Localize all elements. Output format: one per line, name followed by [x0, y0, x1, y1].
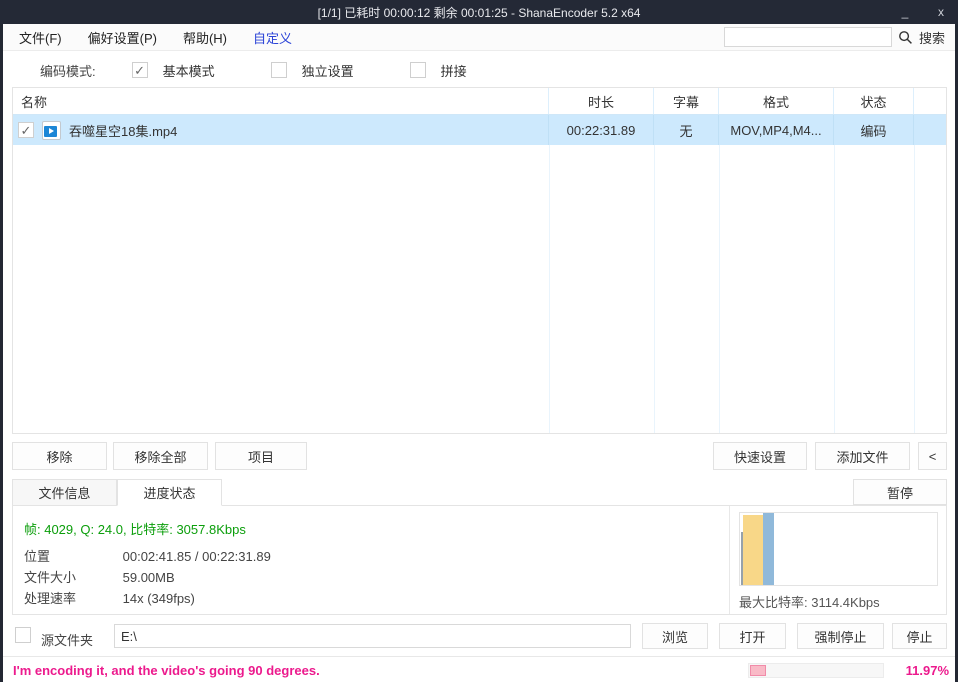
encoding-mode-bar: 编码模式: 基本模式 独立设置 拼接	[3, 52, 955, 88]
window-content: 文件(F) 偏好设置(P) 帮助(H) 自定义 搜索 编码模式: 基本模式 独立…	[3, 24, 955, 658]
status-message: I'm encoding it, and the video's going 9…	[13, 663, 320, 678]
menu-file[interactable]: 文件(F)	[19, 28, 62, 47]
shanaencoder-window: [1/1] 已耗时 00:00:12 剩余 00:01:25 - ShanaEn…	[0, 0, 958, 662]
basic-mode-checkbox[interactable]	[132, 62, 148, 78]
table-header: 名称 时长 字幕 格式 状态	[13, 88, 946, 115]
stop-button[interactable]: 停止	[892, 623, 947, 649]
row-format: MOV,MP4,M4...	[719, 115, 834, 145]
remove-button[interactable]: 移除	[12, 442, 107, 470]
output-row: 源文件夹 浏览 打开 强制停止 停止	[12, 623, 947, 649]
mode-option-independent[interactable]: 独立设置	[271, 61, 354, 80]
search-button[interactable]: 搜索	[919, 28, 945, 47]
bitrate-bars	[741, 513, 937, 585]
menu-custom[interactable]: 自定义	[253, 28, 292, 47]
statusbar: I'm encoding it, and the video's going 9…	[3, 656, 955, 682]
concat-checkbox[interactable]	[410, 62, 426, 78]
progress-percent-label: 11.97%	[906, 663, 949, 678]
speed-value: 14x (349fps)	[123, 591, 195, 606]
bitrate-chart	[739, 512, 938, 586]
row-checkbox[interactable]	[18, 122, 34, 138]
concat-label: 拼接	[441, 61, 467, 80]
output-path-input[interactable]	[114, 624, 631, 648]
project-button[interactable]: 项目	[215, 442, 307, 470]
add-files-button[interactable]: 添加文件	[815, 442, 910, 470]
window-title: [1/1] 已耗时 00:00:12 剩余 00:01:25 - ShanaEn…	[318, 4, 641, 21]
independent-settings-checkbox[interactable]	[271, 62, 287, 78]
column-header-status[interactable]: 状态	[834, 88, 914, 114]
minimize-button[interactable]: _	[896, 5, 914, 19]
info-tabs-row: 文件信息 进度状态 暂停	[12, 479, 947, 506]
video-file-icon	[42, 121, 61, 140]
encode-progress-fill	[750, 665, 766, 676]
panel-divider	[729, 506, 730, 614]
table-column-grid	[13, 145, 946, 433]
filesize-value: 59.00MB	[123, 570, 175, 585]
menu-help[interactable]: 帮助(H)	[183, 28, 227, 47]
filesize-label: 文件大小	[24, 567, 119, 586]
progress-status-panel: 帧: 4029, Q: 24.0, 比特率: 3057.8Kbps 位置 00:…	[12, 505, 947, 615]
speed-row: 处理速率 14x (349fps)	[24, 588, 195, 607]
independent-settings-label: 独立设置	[302, 61, 354, 80]
row-status: 编码	[834, 115, 914, 145]
mode-option-basic[interactable]: 基本模式	[132, 61, 215, 80]
source-folder-label: 源文件夹	[41, 630, 93, 649]
source-folder-checkbox[interactable]	[15, 627, 31, 643]
open-button[interactable]: 打开	[719, 623, 786, 649]
browse-button[interactable]: 浏览	[642, 623, 708, 649]
titlebar[interactable]: [1/1] 已耗时 00:00:12 剩余 00:01:25 - ShanaEn…	[0, 0, 958, 24]
column-header-format[interactable]: 格式	[719, 88, 834, 114]
file-list-table: 名称 时长 字幕 格式 状态 吞噬星空18集.mp4 00:22:31.89 无…	[12, 87, 947, 434]
quick-settings-button[interactable]: 快速设置	[713, 442, 807, 470]
column-header-name[interactable]: 名称	[13, 88, 549, 114]
encoding-stats-line: 帧: 4029, Q: 24.0, 比特率: 3057.8Kbps	[24, 519, 246, 538]
row-filler	[914, 115, 946, 145]
menubar: 文件(F) 偏好设置(P) 帮助(H) 自定义 搜索	[3, 24, 955, 51]
column-header-duration[interactable]: 时长	[549, 88, 654, 114]
force-stop-button[interactable]: 强制停止	[797, 623, 884, 649]
column-header-filler	[914, 88, 946, 114]
list-actions-row: 移除 移除全部 项目 快速设置 添加文件 <	[12, 442, 947, 470]
search-input[interactable]	[724, 27, 892, 47]
filesize-row: 文件大小 59.00MB	[24, 567, 175, 586]
tab-file-info[interactable]: 文件信息	[12, 479, 117, 506]
search-area: 搜索	[724, 27, 945, 47]
tab-progress-status[interactable]: 进度状态	[117, 479, 222, 506]
speed-label: 处理速率	[24, 588, 119, 607]
position-row: 位置 00:02:41.85 / 00:22:31.89	[24, 546, 271, 565]
row-subtitle: 无	[654, 115, 719, 145]
remove-all-button[interactable]: 移除全部	[113, 442, 208, 470]
search-icon	[898, 30, 913, 45]
table-row[interactable]: 吞噬星空18集.mp4 00:22:31.89 无 MOV,MP4,M4... …	[13, 115, 946, 145]
encoding-mode-label: 编码模式:	[40, 61, 96, 80]
column-header-subtitle[interactable]: 字幕	[654, 88, 719, 114]
row-filename: 吞噬星空18集.mp4	[69, 121, 177, 140]
mode-option-concat[interactable]: 拼接	[410, 61, 467, 80]
pause-button[interactable]: 暂停	[853, 479, 947, 505]
basic-mode-label: 基本模式	[163, 61, 215, 80]
collapse-panel-button[interactable]: <	[918, 442, 947, 470]
encode-progress-bar	[748, 663, 884, 678]
row-duration: 00:22:31.89	[549, 115, 654, 145]
close-button[interactable]: x	[932, 5, 950, 19]
menu-preferences[interactable]: 偏好设置(P)	[88, 28, 157, 47]
position-value: 00:02:41.85 / 00:22:31.89	[123, 549, 271, 564]
position-label: 位置	[24, 546, 119, 565]
max-bitrate-label: 最大比特率: 3114.4Kbps	[739, 592, 880, 611]
